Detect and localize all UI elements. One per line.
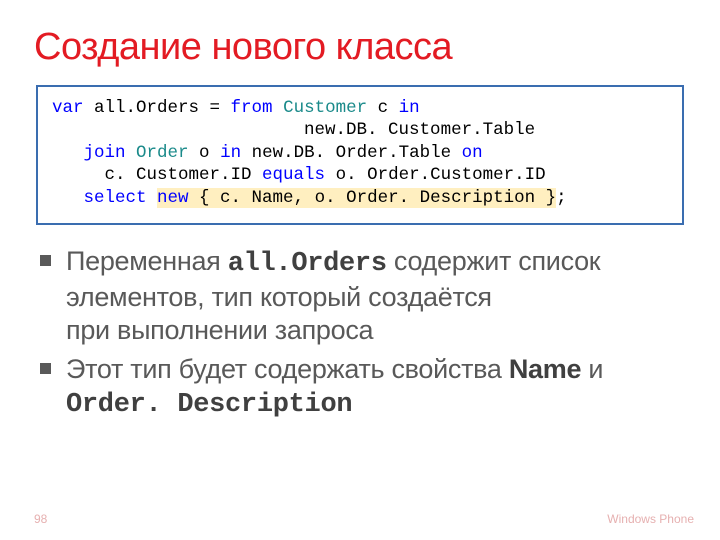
list-item: Этот тип будет содержать свойства Name и… [38, 353, 686, 422]
code-block: var all.Orders = from Customer c in new.… [36, 85, 684, 225]
code-content: var all.Orders = from Customer c in new.… [52, 97, 668, 209]
brand-label: Windows Phone [607, 512, 694, 526]
page-number: 98 [34, 512, 47, 526]
bullet-marker-icon [40, 363, 51, 374]
bullet-marker-icon [40, 255, 51, 266]
list-item: Переменная all.Orders содержит список эл… [38, 245, 686, 347]
footer: 98 Windows Phone [34, 512, 694, 526]
bullet-list: Переменная all.Orders содержит список эл… [34, 245, 686, 422]
slide-title: Создание нового класса [34, 26, 686, 69]
